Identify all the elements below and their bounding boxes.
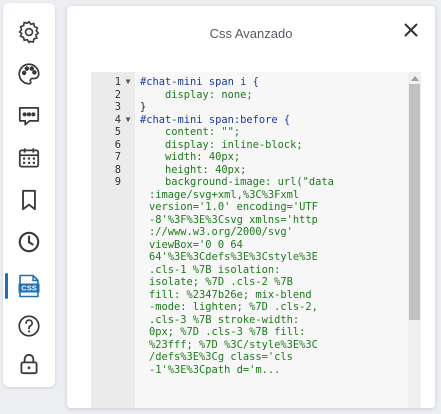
fold-slot	[121, 126, 135, 139]
code-line: 1 ▼ #chat-mini span i {	[91, 76, 407, 89]
code-line: 9 background-image: url("data	[91, 176, 407, 189]
line-number: 7	[114, 151, 121, 163]
css-code-editor[interactable]: 1 ▼ #chat-mini span i { 2 display: none;…	[91, 72, 421, 408]
code-line: 5 content: "";	[91, 126, 407, 139]
scrollbar-thumb[interactable]	[409, 84, 420, 320]
fold-slot	[121, 89, 135, 102]
gear-icon	[18, 20, 40, 44]
palette-icon	[18, 63, 40, 85]
lock-icon	[20, 353, 38, 375]
close-button[interactable]	[399, 18, 423, 42]
wrapped-line: fill: %2347b26e; mix-blend	[149, 288, 312, 301]
code-line: 3 }	[91, 101, 407, 114]
editor-scrollbar[interactable]	[408, 72, 421, 408]
line-number: 2	[114, 88, 121, 101]
code-text: #chat-mini span i {	[140, 76, 259, 88]
fold-slot	[121, 164, 135, 177]
css-panel: Css Avanzado 1 ▼ #chat-mini span i { 2 d…	[67, 6, 435, 408]
close-icon	[404, 23, 418, 37]
code-line: 4 ▼ #chat-mini span:before {	[91, 114, 407, 127]
line-number: 8	[114, 163, 121, 176]
bookmark-icon	[22, 189, 36, 211]
fold-slot	[121, 101, 135, 114]
code-line: 7 width: 40px;	[91, 151, 407, 164]
panel-title: Css Avanzado	[209, 26, 293, 41]
sidebar-item-chat[interactable]	[3, 95, 55, 137]
css-icon-label: CSS	[21, 284, 36, 293]
scroll-up-arrow-icon[interactable]	[411, 76, 419, 81]
wrapped-line: :image/svg+xml,%3C%3Fxml	[149, 188, 300, 201]
wrapped-line: .cls-3 %7B stroke-width:	[149, 313, 300, 326]
code-lines: 1 ▼ #chat-mini span i { 2 display: none;…	[91, 76, 407, 376]
wrapped-line: viewBox='0 0 64	[149, 238, 243, 251]
code-text: display: none;	[140, 88, 253, 101]
code-line: 2 display: none;	[91, 89, 407, 102]
wrapped-line: -1'%3E%3Cpath d='m...	[149, 363, 281, 376]
sidebar-item-calendar[interactable]	[3, 137, 55, 179]
wrapped-line: version='1.0' encoding='UTF	[149, 201, 318, 213]
wrapped-line: -mode: lighten; %7D .cls-2,	[149, 301, 318, 313]
sidebar-item-lock[interactable]	[3, 343, 55, 385]
code-text: #chat-mini span:before {	[140, 113, 291, 126]
fold-arrow-icon[interactable]: ▼	[121, 76, 135, 89]
chat-bubble-icon	[18, 107, 40, 126]
code-text: content: "";	[140, 126, 241, 138]
wrapped-line: 64'%3E%3Cdefs%3E%3Cstyle%3E	[149, 251, 318, 263]
sidebar-item-history[interactable]	[3, 221, 55, 263]
fold-slot	[121, 139, 135, 152]
sidebar-item-settings[interactable]	[3, 11, 55, 53]
sidebar-item-theme[interactable]	[3, 53, 55, 95]
css-file-icon: CSS	[18, 274, 40, 298]
code-text: }	[140, 101, 147, 113]
line-number: 3	[114, 101, 121, 113]
line-number: 6	[114, 138, 121, 151]
wrapped-line: 0px; %7D .cls-3 %7B fill:	[149, 326, 306, 338]
fold-arrow-icon[interactable]: ▼	[121, 114, 135, 127]
wrapped-line: isolate; %7D .cls-2 %7B	[149, 276, 293, 288]
sidebar-item-bookmark[interactable]	[3, 179, 55, 221]
line-number: 4	[114, 113, 121, 126]
line-number: 1	[114, 76, 121, 88]
code-text: height: 40px;	[140, 163, 247, 176]
code-line: 8 height: 40px;	[91, 164, 407, 177]
code-text: width: 40px;	[140, 151, 241, 163]
sidebar-item-css[interactable]: CSS	[3, 265, 55, 307]
wrapped-line: /defs%3E%3Cg class='cls	[149, 351, 293, 363]
sidebar-item-help[interactable]	[3, 305, 55, 347]
fold-slot	[121, 176, 135, 189]
sidebar: CSS	[3, 3, 55, 387]
line-number: 5	[114, 126, 121, 138]
wrapped-line: -8'%3F%3E%3Csvg xmlns='http	[149, 213, 318, 226]
code-text: background-image: url("data	[140, 176, 334, 188]
code-line: 6 display: inline-block;	[91, 139, 407, 152]
clock-icon	[18, 231, 40, 253]
calendar-icon	[18, 148, 40, 168]
wrapped-line: ://www.w3.org/2000/svg'	[149, 226, 293, 238]
question-icon	[18, 315, 40, 337]
code-text: display: inline-block;	[140, 138, 303, 151]
line-number: 9	[114, 176, 121, 188]
fold-slot	[121, 151, 135, 164]
wrapped-line: .cls-1 %7B isolation:	[149, 263, 281, 276]
wrapped-line: %23fff; %7D %3C/style%3E%3C	[149, 338, 318, 351]
